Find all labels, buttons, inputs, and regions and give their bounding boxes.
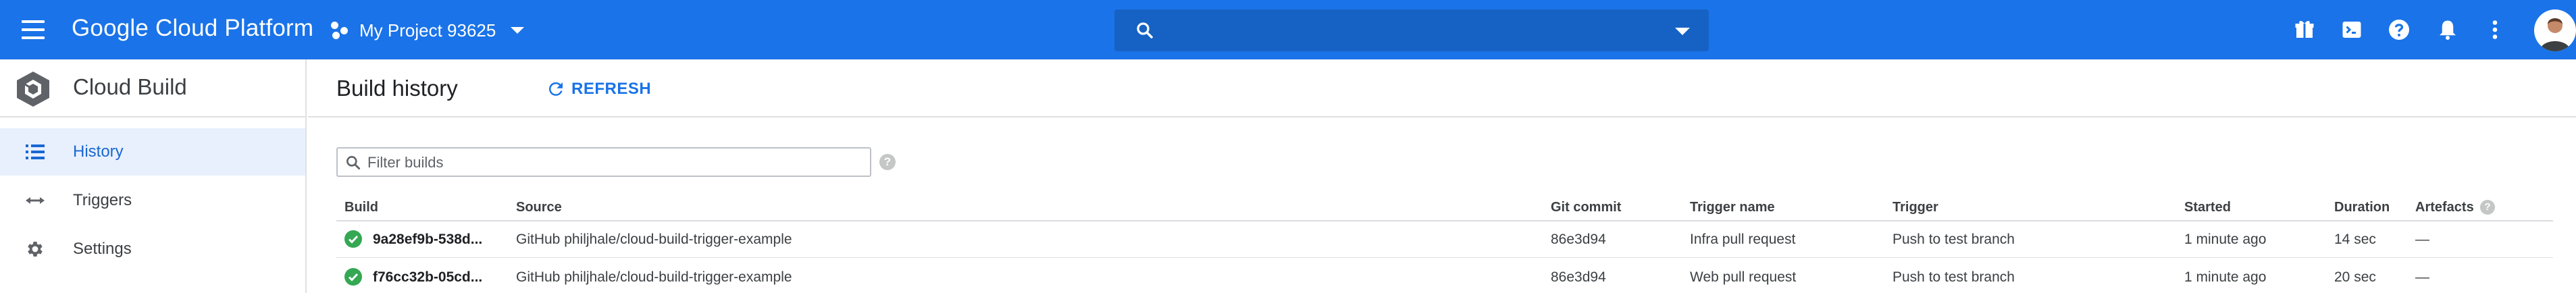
main-content: Build history REFRESH ? Build Source Git… [308,59,2576,293]
table-row[interactable]: f76cc32b-05cd... GitHub philjhale/cloud-… [336,259,2553,293]
filter-help-icon[interactable]: ? [879,154,896,170]
started-cell: 1 minute ago [2184,269,2267,285]
search-icon [1137,22,1153,38]
trigger-name-cell: Infra pull request [1690,232,1796,247]
gear-icon [28,242,43,257]
success-check-icon [344,230,362,248]
column-header-git-commit[interactable]: Git commit [1551,200,1621,215]
brand-title[interactable]: Google Cloud Platform [72,15,313,42]
filter-builds-field[interactable] [336,147,871,177]
help-icon[interactable] [2387,18,2411,42]
artefacts-help-icon[interactable]: ? [2480,200,2495,215]
cloud-build-logo-icon [17,72,49,107]
refresh-button[interactable]: REFRESH [546,76,651,103]
git-commit-cell: 86e3d94 [1551,232,1606,247]
more-vert-icon[interactable] [2483,18,2507,42]
success-check-icon [344,268,362,286]
column-header-duration[interactable]: Duration [2334,200,2390,215]
account-icon [2540,18,2571,51]
project-name: My Project 93625 [359,20,496,41]
search-dropdown-icon[interactable] [1675,28,1690,35]
project-selector[interactable]: My Project 93625 [331,16,525,45]
column-header-artefacts[interactable]: Artefacts [2415,200,2474,215]
filter-input[interactable] [367,151,860,174]
started-cell: 1 minute ago [2184,232,2267,247]
refresh-label: REFRESH [571,80,652,98]
menu-icon[interactable] [20,18,47,42]
product-title: Cloud Build [73,74,187,99]
column-header-build[interactable]: Build [344,200,378,215]
table-row[interactable]: 9a28ef9b-538d... GitHub philjhale/cloud-… [336,221,2553,258]
duration-cell: 14 sec [2334,232,2376,247]
trigger-name-cell: Web pull request [1690,269,1797,285]
top-app-bar: Google Cloud Platform My Project 93625 [0,0,2576,59]
search-bar[interactable] [1114,9,1709,51]
search-input[interactable] [1168,16,1641,45]
build-id-link[interactable]: 9a28ef9b-538d... [373,232,482,248]
source-cell: GitHub philjhale/cloud-build-trigger-exa… [516,232,792,247]
source-cell: GitHub philjhale/cloud-build-trigger-exa… [516,269,792,285]
duration-cell: 20 sec [2334,269,2376,285]
gift-icon[interactable] [2292,18,2317,42]
artefacts-cell: — [2415,269,2429,285]
trigger-cell: Push to test branch [1892,232,2015,247]
trigger-cell: Push to test branch [1892,269,2015,285]
column-header-source[interactable]: Source [516,200,562,215]
list-icon [26,144,45,159]
refresh-icon [548,82,563,96]
product-header: Cloud Build [0,59,305,117]
page-title: Build history [336,76,458,101]
avatar[interactable] [2534,9,2576,51]
sidebar-item-history[interactable]: History [0,128,305,176]
git-commit-cell: 86e3d94 [1551,269,1606,285]
search-icon [346,156,361,170]
column-header-started[interactable]: Started [2184,200,2231,215]
terminal-icon[interactable] [2340,18,2364,42]
column-header-trigger-name[interactable]: Trigger name [1690,200,1775,215]
chevron-down-icon [511,27,525,34]
row-divider [336,257,2553,258]
sidebar-item-label: Settings [73,240,132,258]
arrows-icon [26,197,45,204]
artefacts-cell: — [2415,232,2429,247]
sidebar-item-label: History [73,142,124,161]
bell-icon[interactable] [2436,18,2460,42]
sidebar-item-label: Triggers [73,191,132,209]
column-header-trigger[interactable]: Trigger [1892,200,1938,215]
build-id-link[interactable]: f76cc32b-05cd... [373,269,482,286]
page-header: Build history REFRESH [308,59,2576,117]
project-icon [331,22,350,39]
sidebar-item-triggers[interactable]: Triggers [0,177,305,224]
sidebar-item-settings[interactable]: Settings [0,225,305,273]
sidebar: Cloud Build History Triggers Settings [0,59,307,293]
